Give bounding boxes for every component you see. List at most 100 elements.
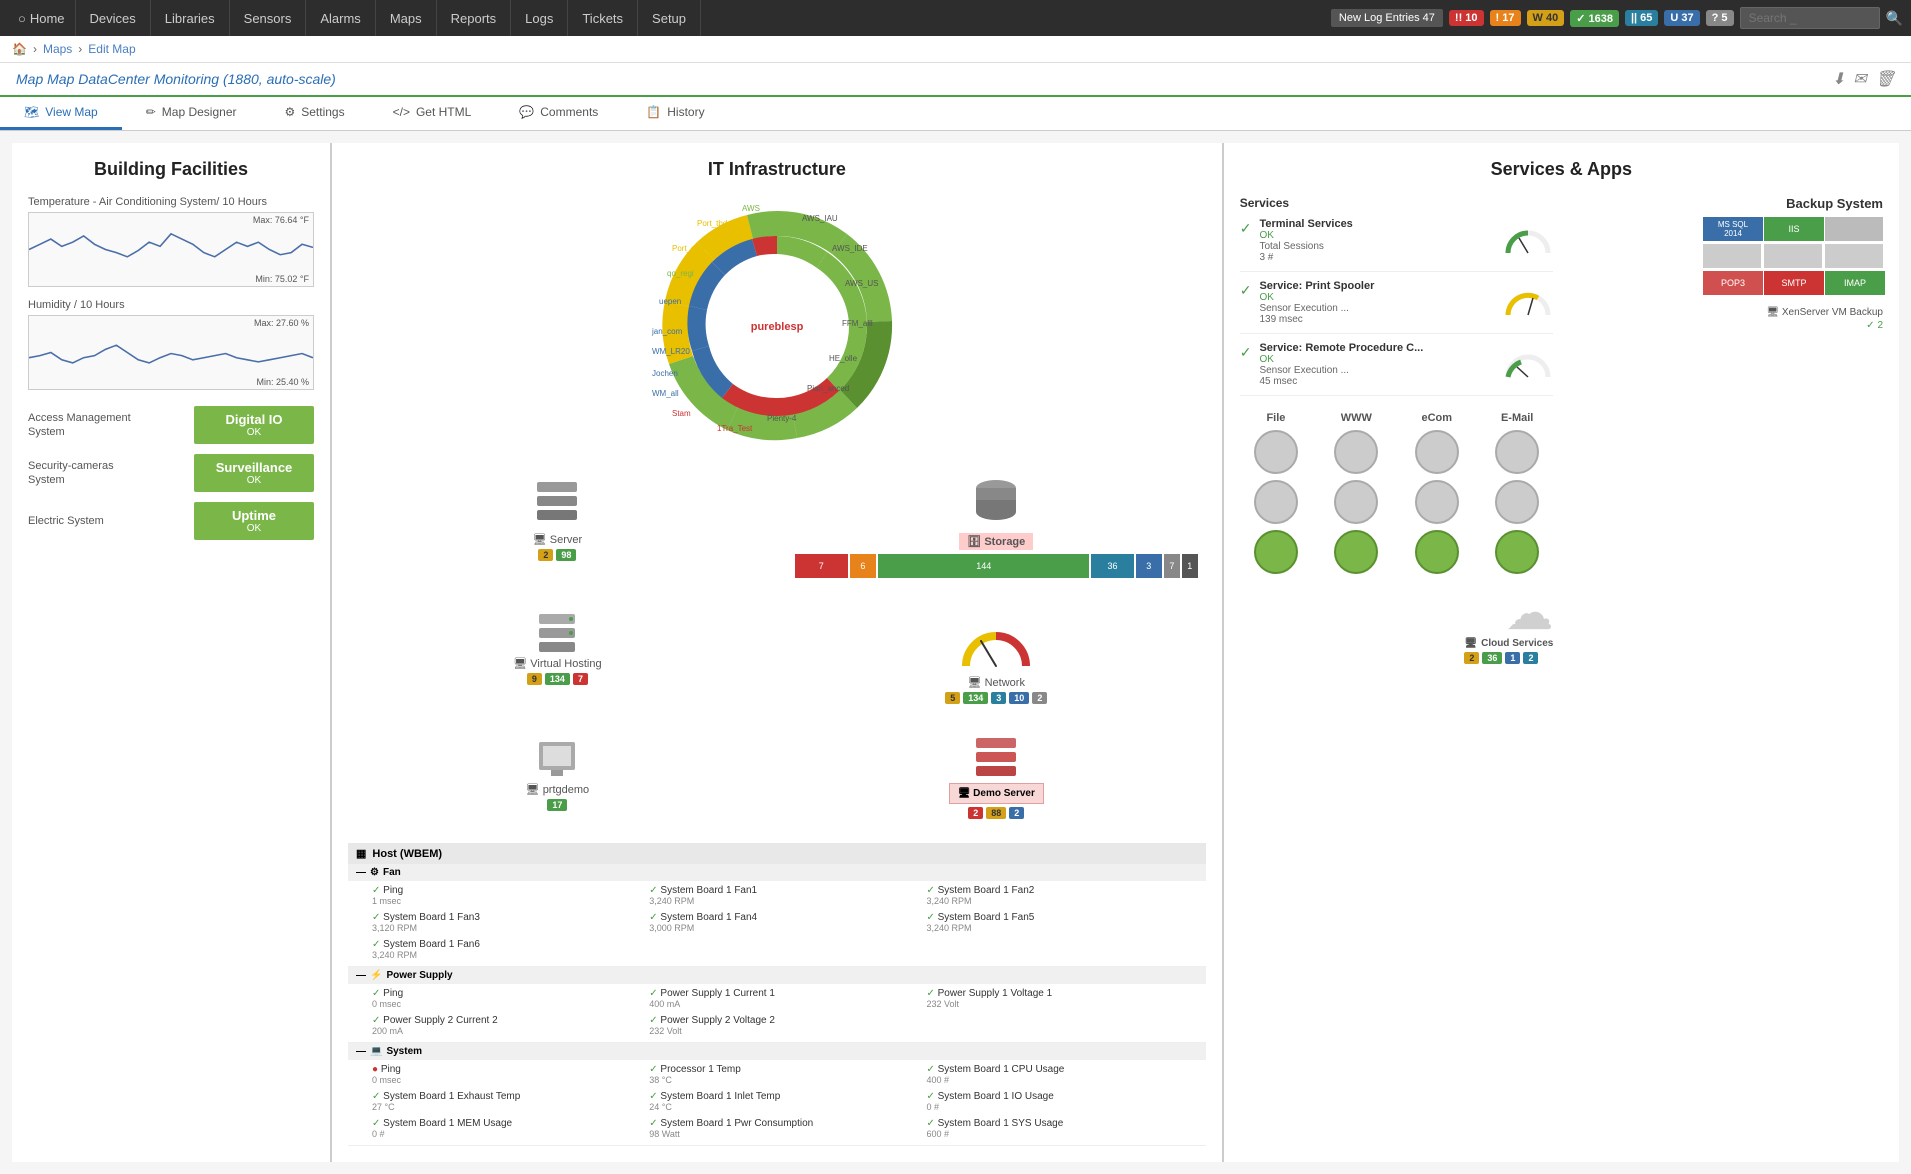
server-icon bbox=[533, 476, 581, 533]
svg-text:AWS_IDE: AWS_IDE bbox=[832, 244, 868, 253]
storage-label: 🗄 Storage bbox=[959, 533, 1033, 550]
host-wbem-header: ▦ Host (WBEM) bbox=[348, 843, 1206, 864]
cloud-badge-yellow[interactable]: 2 bbox=[1464, 652, 1479, 664]
delete-icon[interactable]: 🗑 bbox=[1875, 69, 1895, 89]
svg-text:1Tra_Test: 1Tra_Test bbox=[717, 424, 753, 433]
demo-server-item: 🖥 Demo Server 2 88 2 bbox=[787, 724, 1206, 827]
nav-maps[interactable]: Maps bbox=[376, 0, 437, 36]
nav-sensors[interactable]: Sensors bbox=[230, 0, 307, 36]
it-infrastructure-title: IT Infrastructure bbox=[348, 159, 1206, 180]
terminal-services-check-icon: ✓ bbox=[1240, 220, 1252, 237]
virtual-hosting-item: 🖥 Virtual Hosting 9 134 7 bbox=[348, 598, 767, 712]
cloud-badge-blue1[interactable]: 1 bbox=[1505, 652, 1520, 664]
security-cameras-box[interactable]: Surveillance OK bbox=[194, 454, 314, 492]
svg-text:pureblesp: pureblesp bbox=[751, 321, 804, 333]
access-management-box[interactable]: Digital IO OK bbox=[194, 406, 314, 444]
virtual-hosting-icon bbox=[533, 606, 581, 657]
cloud-badge-green[interactable]: 36 bbox=[1482, 652, 1502, 664]
download-icon[interactable]: ⬇ bbox=[1832, 69, 1845, 89]
home-nav-item[interactable]: ○ Home bbox=[8, 0, 76, 36]
svg-text:Jochen: Jochen bbox=[652, 369, 678, 378]
breadcrumb-maps-link[interactable]: Maps bbox=[43, 42, 72, 56]
demo-badge-red[interactable]: 2 bbox=[968, 807, 983, 819]
electric-system-box[interactable]: Uptime OK bbox=[194, 502, 314, 540]
www-indicator: WWW bbox=[1320, 412, 1392, 574]
nav-libraries[interactable]: Libraries bbox=[151, 0, 230, 36]
backup-cell-empty4 bbox=[1825, 244, 1883, 268]
system-data-grid: ● Ping 0 msec ✓ Processor 1 Temp 38 °C ✓… bbox=[348, 1060, 1206, 1145]
net-badge-teal[interactable]: 3 bbox=[991, 692, 1006, 704]
net-badge-blue[interactable]: 10 bbox=[1009, 692, 1029, 704]
www-circle-3 bbox=[1334, 530, 1378, 574]
email-indicator: E-Mail bbox=[1481, 412, 1553, 574]
server-badge-yellow[interactable]: 2 bbox=[538, 549, 553, 561]
nav-logs[interactable]: Logs bbox=[511, 0, 568, 36]
demo-badge-yellow[interactable]: 88 bbox=[986, 807, 1006, 819]
backup-system-col: Backup System MS SQL2014 IIS POP3 SMTP I… bbox=[1569, 196, 1883, 664]
humidity-max: Max: 27.60 % bbox=[254, 318, 309, 328]
server-badge-green[interactable]: 98 bbox=[556, 549, 576, 561]
demo-badge-blue[interactable]: 2 bbox=[1009, 807, 1024, 819]
fan-collapse-icon[interactable]: — bbox=[356, 867, 366, 878]
system-collapse-icon[interactable]: — bbox=[356, 1046, 366, 1057]
nav-right-area: New Log Entries 47 !! 10 ! 17 W 40 ✓ 163… bbox=[1331, 7, 1903, 29]
svg-text:Port_ned: Port_ned bbox=[672, 244, 704, 253]
nav-setup[interactable]: Setup bbox=[638, 0, 701, 36]
breadcrumb-home-icon[interactable]: 🏠 bbox=[12, 42, 27, 56]
badge-ok[interactable]: ✓ 1638 bbox=[1570, 10, 1619, 27]
vh-badge-yellow[interactable]: 9 bbox=[527, 673, 542, 685]
nav-alarms[interactable]: Alarms bbox=[306, 0, 375, 36]
tab-comments[interactable]: 💬 Comments bbox=[495, 97, 622, 130]
vh-badge-red[interactable]: 7 bbox=[573, 673, 588, 685]
net-badge-yellow[interactable]: 5 bbox=[945, 692, 960, 704]
services-left-col: Services ✓ Terminal Services OK Total Se… bbox=[1240, 196, 1554, 664]
sys-inlet-temp: ✓ System Board 1 Inlet Temp 24 °C bbox=[645, 1089, 920, 1114]
tabs-bar: 🗺 View Map ✏ Map Designer ⚙ Settings </>… bbox=[0, 97, 1911, 131]
main-content: Building Facilities Temperature - Air Co… bbox=[0, 131, 1911, 1174]
network-label: 🖥 Network bbox=[968, 676, 1025, 689]
security-cameras-label: Security-camerasSystem bbox=[28, 459, 114, 488]
storage-bar-unusual: 36 bbox=[1091, 554, 1133, 578]
building-facilities-title: Building Facilities bbox=[28, 159, 314, 180]
new-log-button[interactable]: New Log Entries 47 bbox=[1331, 9, 1443, 27]
power-data-grid: ✓ Ping 0 msec ✓ Power Supply 1 Current 1… bbox=[348, 984, 1206, 1042]
host-collapse-icon[interactable]: ▦ bbox=[356, 847, 366, 860]
nav-tickets[interactable]: Tickets bbox=[568, 0, 638, 36]
badge-paused[interactable]: || 65 bbox=[1625, 10, 1658, 26]
tab-get-html[interactable]: </> Get HTML bbox=[369, 97, 496, 130]
host-system-header: — 💻 System bbox=[348, 1043, 1206, 1060]
badge-unknown[interactable]: ? 5 bbox=[1706, 10, 1734, 26]
net-badge-gray[interactable]: 2 bbox=[1032, 692, 1047, 704]
svg-text:jan_com: jan_com bbox=[651, 327, 683, 336]
power-collapse-icon[interactable]: — bbox=[356, 970, 366, 981]
map-designer-icon: ✏ bbox=[146, 105, 156, 119]
badge-critical[interactable]: !! 10 bbox=[1449, 10, 1484, 26]
email-circle-2 bbox=[1495, 480, 1539, 524]
tab-map-designer[interactable]: ✏ Map Designer bbox=[122, 97, 261, 130]
prtgdemo-badge-green[interactable]: 17 bbox=[547, 799, 567, 811]
search-icon[interactable]: 🔍 bbox=[1886, 10, 1903, 27]
cloud-badge-blue2[interactable]: 2 bbox=[1523, 652, 1538, 664]
svg-text:FFM_alll: FFM_alll bbox=[842, 319, 873, 328]
breadcrumb-edit-map-link[interactable]: Edit Map bbox=[88, 42, 135, 56]
storage-bar-partial: 3 bbox=[1136, 554, 1162, 578]
badge-minor[interactable]: W 40 bbox=[1527, 10, 1565, 26]
search-input[interactable] bbox=[1740, 7, 1880, 29]
ecom-circle-1 bbox=[1415, 430, 1459, 474]
badge-unusual[interactable]: U 37 bbox=[1664, 10, 1699, 26]
net-badge-green[interactable]: 134 bbox=[963, 692, 988, 704]
tab-view-map[interactable]: 🗺 View Map bbox=[0, 97, 122, 130]
nav-reports[interactable]: Reports bbox=[437, 0, 512, 36]
terminal-services-name: Terminal Services bbox=[1259, 218, 1495, 230]
backup-cell-pop3: POP3 bbox=[1703, 271, 1763, 295]
ecom-indicator: eCom bbox=[1401, 412, 1473, 574]
tab-settings[interactable]: ⚙ Settings bbox=[260, 97, 368, 130]
badge-warning[interactable]: ! 17 bbox=[1490, 10, 1521, 26]
humidity-min: Min: 25.40 % bbox=[256, 377, 309, 387]
storage-icon bbox=[972, 476, 1020, 533]
vh-badge-green[interactable]: 134 bbox=[545, 673, 570, 685]
nav-devices[interactable]: Devices bbox=[76, 0, 151, 36]
sys-io-usage: ✓ System Board 1 IO Usage 0 # bbox=[922, 1089, 1197, 1114]
email-icon[interactable]: ✉ bbox=[1853, 69, 1866, 89]
tab-history[interactable]: 📋 History bbox=[622, 97, 728, 130]
